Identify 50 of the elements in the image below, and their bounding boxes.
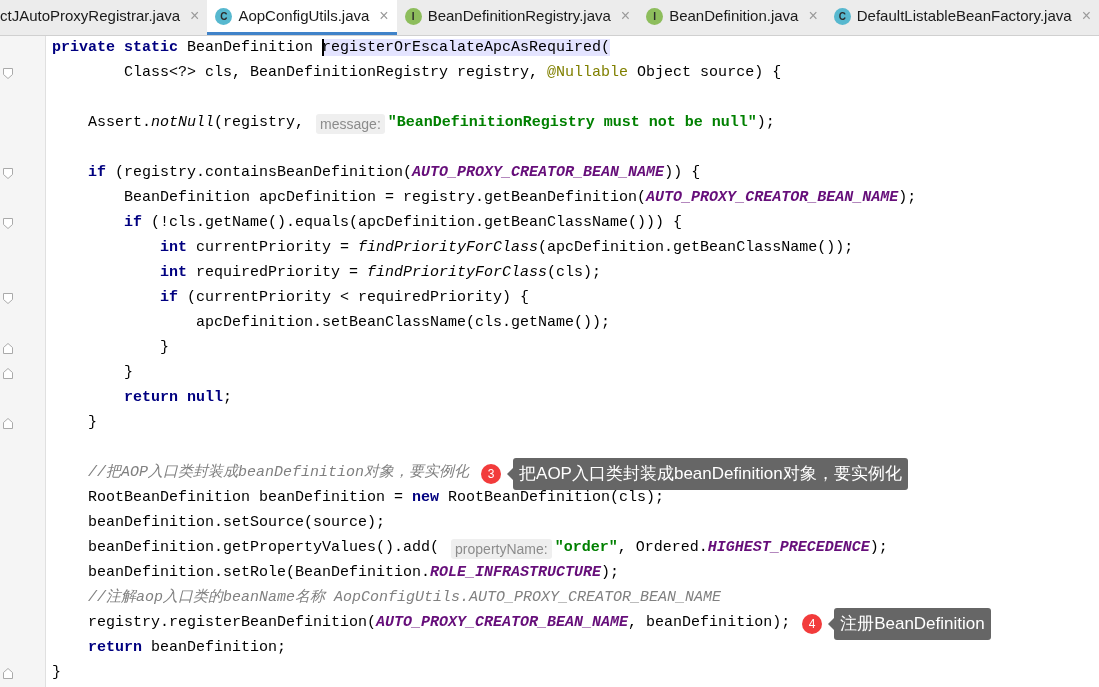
editor-tab[interactable]: I BeanDefinition.java × bbox=[638, 0, 826, 35]
code-text: Assert.notNull(registry, bbox=[87, 113, 306, 134]
code-text: BeanDefinition apcDefinition = registry.getBeanDefinition(AUTO_PROXY_CREATOR_BEAN_NAME); bbox=[123, 188, 917, 209]
code-text: registry.registerBeanDefinition(AUTO_PROXY_CREATOR_BEAN_NAME, beanDefinition); bbox=[87, 613, 791, 634]
file-type-icon: I bbox=[646, 7, 664, 25]
code-text: beanDefinition.setRole(BeanDefinition.ROLE_INFRASTRUCTURE); bbox=[87, 563, 620, 584]
code-text: //把AOP入口类封装成beanDefinition对象，要实例化 bbox=[87, 462, 470, 484]
code-text: } bbox=[52, 663, 61, 684]
code-text: } bbox=[159, 338, 170, 359]
code-text: if (currentPriority < requiredPriority) { bbox=[159, 288, 530, 309]
step-number-badge: 4 bbox=[802, 613, 823, 634]
code-text: private static BeanDefinition registerOrEscalateApcAsRequired( bbox=[52, 37, 611, 59]
fold-marker-icon[interactable] bbox=[3, 68, 13, 79]
editor-tab[interactable]: C DefaultListableBeanFactory.java × bbox=[825, 0, 1099, 35]
code-text: } bbox=[87, 413, 97, 434]
code-text: } bbox=[123, 363, 133, 384]
code-text: int requiredPriority = findPriorityForClass(cls); bbox=[159, 263, 602, 284]
file-type-icon: I bbox=[404, 7, 422, 25]
editor-tab[interactable]: C AopConfigUtils.java × bbox=[207, 0, 397, 35]
parameter-hint: message: bbox=[316, 113, 385, 134]
code-text: beanDefinition.getPropertyValues().add( bbox=[87, 538, 441, 559]
pointer-icon bbox=[828, 617, 835, 630]
fold-marker-icon[interactable] bbox=[3, 418, 13, 429]
callout-tooltip: 把AOP入口类封装成beanDefinition对象，要实例化 bbox=[513, 457, 908, 490]
file-type-icon: C bbox=[833, 7, 851, 25]
code-text: beanDefinition.setSource(source); bbox=[87, 513, 386, 534]
code-text: RootBeanDefinition beanDefinition = new RootBeanDefinition(cls); bbox=[87, 488, 665, 509]
code-text: if (registry.containsBeanDefinition(AUTO_PROXY_CREATOR_BEAN_NAME)) { bbox=[87, 163, 701, 184]
code-text: "BeanDefinitionRegistry must not be null"); bbox=[387, 113, 775, 134]
fold-marker-icon[interactable] bbox=[3, 343, 13, 354]
code-text: return null; bbox=[123, 388, 233, 409]
code-text: "order", Ordered.HIGHEST_PRECEDENCE); bbox=[554, 538, 888, 559]
code-text: return beanDefinition; bbox=[87, 638, 287, 659]
fold-marker-icon[interactable] bbox=[3, 368, 13, 379]
step-number-badge: 3 bbox=[481, 463, 502, 484]
editor-tab[interactable]: I BeanDefinitionRegistry.java × bbox=[396, 0, 639, 35]
callout-tooltip: 注册BeanDefinition bbox=[834, 607, 991, 640]
code-text: if (!cls.getName().equals(apcDefinition.getBeanClassName())) { bbox=[123, 213, 683, 234]
code-text: //注解aop入口类的beanName名称 AopConfigUtils.AUTO_PROXY_CREATOR_BEAN_NAME bbox=[87, 587, 722, 609]
fold-marker-icon[interactable] bbox=[3, 218, 13, 229]
fold-marker-icon[interactable] bbox=[3, 293, 13, 304]
fold-marker-icon[interactable] bbox=[3, 168, 13, 179]
code-text: int currentPriority = findPriorityForClass(apcDefinition.getBeanClassName()); bbox=[159, 238, 854, 259]
code-text: apcDefinition.setBeanClassName(cls.getName()); bbox=[195, 313, 611, 334]
code-text: Class<?> cls, BeanDefinitionRegistry registry, @Nullable Object source) { bbox=[123, 63, 782, 84]
fold-marker-icon[interactable] bbox=[3, 668, 13, 679]
parameter-hint: propertyName: bbox=[451, 538, 552, 559]
pointer-icon bbox=[507, 467, 514, 480]
file-type-icon: C bbox=[215, 7, 233, 25]
editor-tab[interactable]: ctJAutoProxyRegistrar.java × bbox=[0, 0, 208, 35]
